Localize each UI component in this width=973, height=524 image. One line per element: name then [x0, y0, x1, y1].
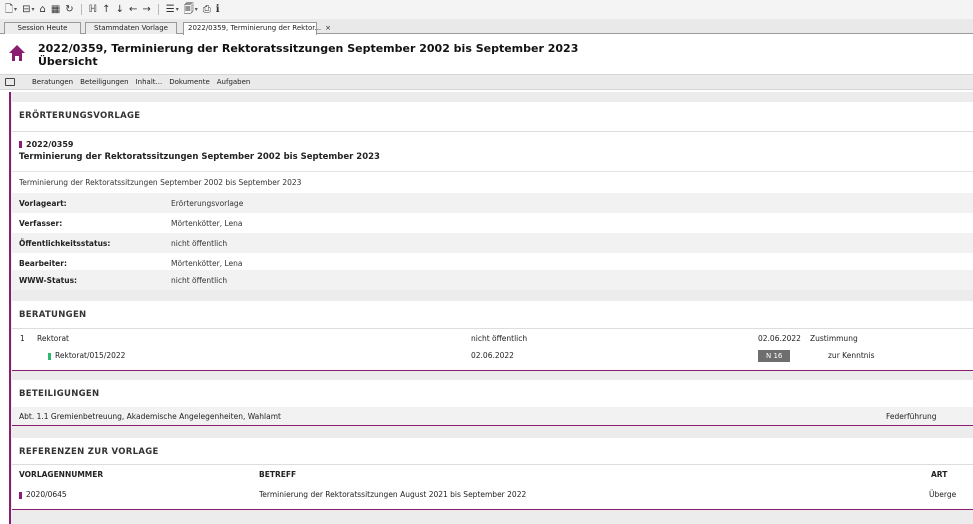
session-date: 02.06.2022	[471, 351, 514, 360]
arrow-down-icon[interactable]: ↓	[115, 4, 125, 16]
status-marker	[48, 352, 51, 360]
referenzen-card: REFERENZEN ZUR VORLAGE VORLAGENNUMMER BE…	[12, 438, 973, 510]
field-row: Verfasser: Mörtenkötter, Lena	[12, 213, 973, 233]
print-icon[interactable]: ⎙	[202, 4, 212, 16]
vorlage-number: 2022/0359	[19, 140, 73, 149]
copy-icon[interactable]: 🗐 ▾	[183, 4, 199, 16]
section-title-referenzen: REFERENZEN ZUR VORLAGE	[19, 447, 159, 457]
vorlage-description: Terminierung der Rektoratssitzungen Sept…	[19, 178, 302, 187]
home-nav-icon[interactable]: ⌂	[38, 4, 46, 16]
page-title: 2022/0359, Terminierung der Rektoratssit…	[38, 42, 579, 55]
new-document-icon[interactable]: 🗋 ▾	[4, 4, 18, 16]
page-subtitle: Übersicht	[38, 55, 98, 68]
section-title-beratungen: BERATUNGEN	[19, 310, 87, 320]
refresh-icon[interactable]: ↻	[64, 4, 74, 16]
page-header: 2022/0359, Terminierung der Rektoratssit…	[0, 35, 973, 73]
field-row: WWW-Status: nicht öffentlich	[12, 270, 973, 290]
arrow-left-icon[interactable]: ←	[128, 4, 138, 16]
agenda-badge: N 16	[758, 350, 791, 362]
field-label: Bearbeiter:	[19, 258, 67, 268]
menu-beratungen[interactable]: Beratungen	[32, 78, 73, 86]
menu-dokumente[interactable]: Dokumente	[169, 78, 210, 86]
hierarchy-icon[interactable]: ℍ	[88, 4, 99, 16]
tab-bar: Session Heute Stammdaten Vorlage 2022/03…	[0, 19, 973, 35]
divider	[12, 171, 973, 172]
tab-label: Stammdaten Vorlage	[94, 24, 168, 32]
beratung-status: nicht öffentlich	[471, 334, 528, 343]
column-header-nummer[interactable]: VORLAGENNUMMER	[19, 470, 103, 479]
home-icon[interactable]	[9, 44, 25, 62]
beratungen-card: BERATUNGEN 1 Rektorat nicht öffentlich 0…	[12, 301, 973, 371]
tab-stammdaten-vorlage[interactable]: Stammdaten Vorlage	[85, 22, 177, 34]
field-label: WWW-Status:	[19, 275, 78, 285]
vorlage-card: ERÖRTERUNGSVORLAGE 2022/0359 Terminierun…	[12, 102, 973, 290]
arrow-right-icon[interactable]: →	[141, 4, 151, 16]
beratung-result: Zustimmung	[810, 334, 858, 343]
status-marker	[19, 491, 22, 499]
session-result: zur Kenntnis	[828, 351, 875, 360]
field-label: Öffentlichkeitsstatus:	[19, 238, 111, 248]
comment-icon[interactable]	[5, 78, 15, 86]
divider	[12, 464, 973, 465]
reference-betreff[interactable]: Terminierung der Rektoratssitzungen Augu…	[259, 490, 526, 499]
divider	[12, 328, 973, 329]
toolbar-separator	[157, 4, 159, 15]
vorlage-number-text: 2022/0359	[26, 140, 74, 149]
tab-session-heute[interactable]: Session Heute	[4, 22, 81, 34]
beteiligung-role: Federführung	[886, 412, 937, 421]
beratung-gremium[interactable]: Rektorat	[37, 334, 69, 343]
field-value: nicht öffentlich	[171, 238, 228, 248]
menu-aufgaben[interactable]: Aufgaben	[217, 78, 251, 86]
reference-number-text: 2020/0645	[26, 490, 67, 499]
list-icon[interactable]: ☰ ▾	[165, 4, 180, 16]
beratung-date: 02.06.2022	[758, 334, 801, 343]
menu-beteiligungen[interactable]: Beteiligungen	[80, 78, 129, 86]
main-toolbar: 🗋 ▾ ⊟ ▾ ⌂ ▦ ↻ ℍ ↑ ↓ ← → ☰ ▾ 🗐 ▾ ⎙ i	[0, 0, 973, 19]
tab-label: 2022/0359, Terminierung der Rektor...	[188, 24, 322, 32]
divider	[12, 131, 973, 132]
reference-art: Überge	[929, 490, 957, 499]
field-value: Erörterungsvorlage	[171, 198, 244, 208]
column-header-betreff[interactable]: BETREFF	[259, 470, 296, 479]
field-row: Öffentlichkeitsstatus: nicht öffentlich	[12, 233, 973, 253]
field-value: Mörtenkötter, Lena	[171, 218, 243, 228]
window-icon[interactable]: ⊟ ▾	[21, 4, 35, 16]
calendar-icon[interactable]: ▦	[50, 4, 61, 16]
section-title-beteiligungen: BETEILIGUNGEN	[19, 389, 100, 399]
vorlage-heading: Terminierung der Rektoratssitzungen Sept…	[19, 152, 380, 162]
arrow-up-icon[interactable]: ↑	[101, 4, 111, 16]
section-title-vorlage: ERÖRTERUNGSVORLAGE	[19, 111, 141, 121]
reference-number[interactable]: 2020/0645	[19, 490, 67, 499]
accent-line	[9, 92, 11, 524]
close-icon[interactable]: ×	[325, 24, 331, 32]
status-marker	[19, 141, 22, 148]
field-label: Verfasser:	[19, 218, 63, 228]
tab-vorlage-2022-0359[interactable]: 2022/0359, Terminierung der Rektor... ×	[183, 22, 331, 35]
beteiligungen-card: BETEILIGUNGEN Abt. 1.1 Gremienbetreuung,…	[12, 380, 973, 426]
session-text: Rektorat/015/2022	[55, 351, 126, 360]
tab-label: Session Heute	[17, 24, 68, 32]
field-value: nicht öffentlich	[171, 275, 228, 285]
toolbar-separator	[80, 4, 82, 15]
field-value: Mörtenkötter, Lena	[171, 258, 243, 268]
action-menu: Beratungen Beteiligungen Inhalt... Dokum…	[0, 74, 973, 90]
menu-inhalt[interactable]: Inhalt...	[136, 78, 163, 86]
beteiligung-org: Abt. 1.1 Gremienbetreuung, Akademische A…	[19, 412, 281, 421]
session-link[interactable]: Rektorat/015/2022	[48, 351, 125, 360]
column-header-art[interactable]: ART	[931, 470, 947, 479]
field-row: Vorlageart: Erörterungsvorlage	[12, 193, 973, 213]
field-label: Vorlageart:	[19, 198, 67, 208]
beratung-index: 1	[20, 334, 25, 343]
info-icon[interactable]: i	[215, 4, 221, 16]
